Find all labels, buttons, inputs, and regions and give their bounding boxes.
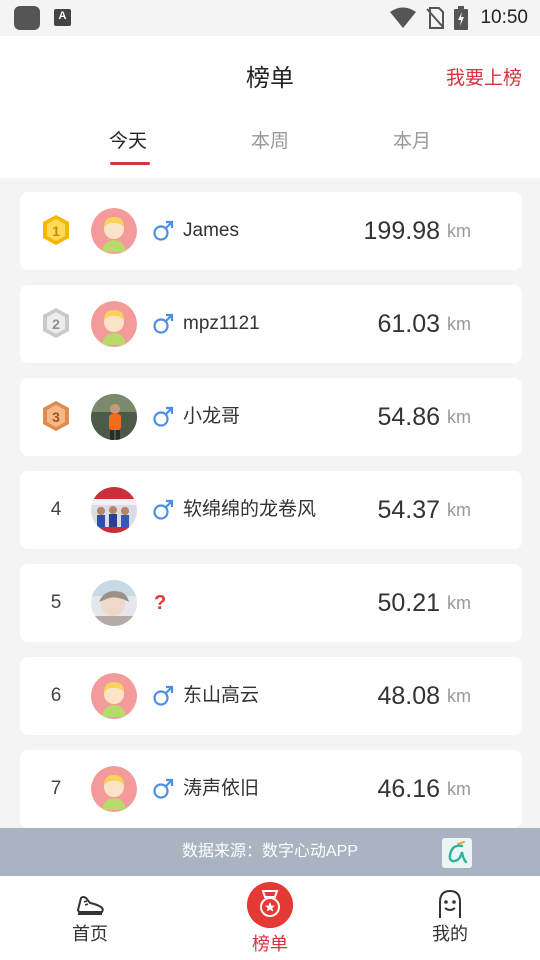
user-name: 涛声依旧: [183, 778, 260, 799]
male-icon: [153, 499, 174, 520]
silver-medal-icon: 2: [43, 308, 69, 338]
svg-text:1: 1: [52, 223, 60, 239]
distance-unit: km: [447, 407, 471, 427]
tab-month[interactable]: 本月: [352, 126, 472, 153]
tab-today-label: 今天: [108, 131, 147, 152]
bronze-medal-icon: 3: [43, 401, 69, 431]
rank-number: 4: [50, 499, 62, 520]
user-name: 东山高云: [183, 685, 260, 706]
nav-home-label: 首页: [72, 924, 108, 944]
distance-value: 61.03: [377, 310, 440, 338]
tab-today[interactable]: 今天: [68, 126, 188, 165]
svg-text:2: 2: [52, 316, 60, 332]
leaderboard-row[interactable]: 7 涛声依旧 46.16 km: [20, 750, 522, 828]
distance-unit: km: [447, 221, 471, 241]
user-name: mpz1121: [183, 313, 260, 334]
a-icon: A: [54, 9, 71, 26]
leaderboard-row[interactable]: 6 东山高云 48.08 km: [20, 657, 522, 735]
avatar: [91, 766, 137, 812]
male-icon: [153, 778, 174, 799]
distance-unit: km: [447, 593, 471, 613]
distance-value: 54.37: [377, 496, 440, 524]
distance-value: 54.86: [377, 403, 440, 431]
avatar: [91, 580, 137, 626]
avatar: [91, 487, 137, 533]
distance-unit: km: [447, 500, 471, 520]
unknown-gender-mark: ?: [154, 592, 167, 614]
bottom-nav: 首页 榜单 我的: [0, 876, 540, 960]
user-name: James: [183, 220, 239, 241]
tab-active-indicator: [110, 162, 150, 165]
header: 榜单 我要上榜 今天 本周 本月: [0, 36, 540, 178]
nav-home[interactable]: 首页: [30, 876, 150, 960]
distance-value: 199.98: [363, 217, 440, 245]
join-leaderboard-button[interactable]: 我要上榜: [446, 63, 522, 90]
gold-medal-icon: 1: [43, 215, 69, 245]
male-icon: [153, 313, 174, 334]
status-bar: A 10:50: [0, 0, 540, 36]
rank-number: 7: [50, 778, 62, 799]
avatar: [91, 208, 137, 254]
user-name: 软绵绵的龙卷风: [183, 499, 317, 520]
distance-unit: km: [447, 779, 471, 799]
male-icon: [153, 685, 174, 706]
nav-leaderboard[interactable]: 榜单: [210, 876, 330, 960]
rank-number: 6: [50, 685, 62, 706]
male-icon: [153, 406, 174, 427]
digital-heart-logo-icon[interactable]: [442, 838, 472, 868]
medal-icon: [247, 882, 293, 928]
distance-unit: km: [447, 314, 471, 334]
clock: 10:50: [480, 7, 528, 28]
tab-week[interactable]: 本周: [210, 126, 330, 153]
user-name: 小龙哥: [183, 406, 241, 427]
distance-value: 46.16: [377, 775, 440, 803]
distance-value: 48.08: [377, 682, 440, 710]
no-sim-icon: [426, 7, 445, 29]
wifi-icon: [390, 7, 417, 28]
nav-profile-label: 我的: [432, 924, 468, 944]
distance-unit: km: [447, 686, 471, 706]
avatar: [91, 301, 137, 347]
leaderboard-row[interactable]: 2 mpz1121 61.03 km: [20, 285, 522, 363]
nav-profile[interactable]: 我的: [390, 876, 510, 960]
app-icon: [14, 6, 40, 30]
data-source-bar: 数据来源：数字心动APP: [0, 828, 540, 876]
distance-value: 50.21: [377, 589, 440, 617]
avatar: [91, 673, 137, 719]
leaderboard-row[interactable]: 3 小龙哥 54.86 km: [20, 378, 522, 456]
avatar: [91, 394, 137, 440]
leaderboard-row[interactable]: 4 软绵绵的龙卷风 54.37 km: [20, 471, 522, 549]
tab-week-label: 本周: [250, 131, 289, 152]
tab-month-label: 本月: [392, 131, 431, 152]
nav-leaderboard-label: 榜单: [252, 934, 288, 954]
leaderboard-row[interactable]: 1 James 199.98 km: [20, 192, 522, 270]
rank-number: 5: [50, 592, 62, 613]
shoe-icon: [77, 896, 104, 915]
period-tabs: 今天 本周 本月: [0, 126, 540, 166]
leaderboard-row[interactable]: 5 ? 50.21 km: [20, 564, 522, 642]
male-icon: [153, 220, 174, 241]
svg-text:3: 3: [52, 409, 60, 425]
smiley-icon: [439, 889, 461, 918]
battery-charging-icon: [454, 6, 469, 30]
